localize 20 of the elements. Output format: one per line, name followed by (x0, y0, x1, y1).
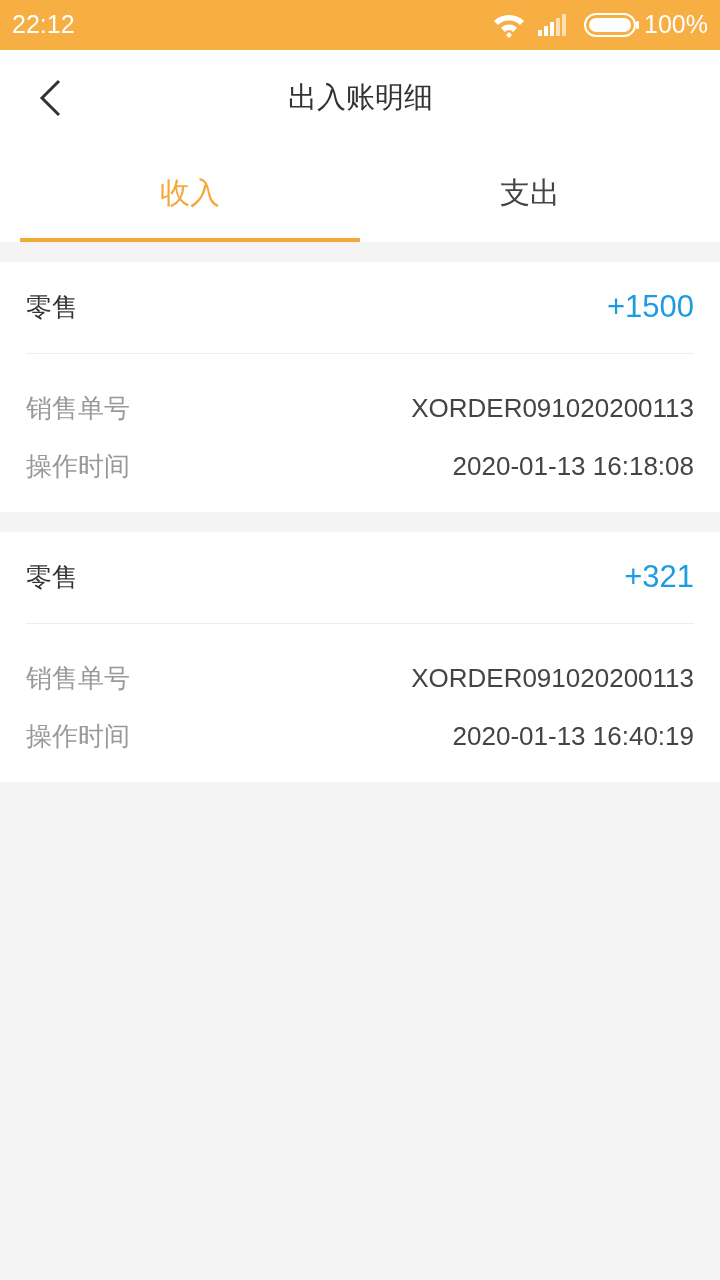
record-amount: +321 (624, 558, 694, 597)
record-amount: +1500 (606, 288, 694, 327)
field-label: 销售单号 (26, 391, 130, 425)
tab[interactable]: 支出 (360, 146, 700, 242)
battery-level: 100% (644, 9, 708, 41)
field-value: 2020-01-13 16:18:08 (452, 449, 694, 483)
record-type: 零售 (26, 291, 78, 324)
status-time: 22:12 (12, 9, 75, 41)
battery-icon (584, 13, 641, 37)
field-value: XORDER091020200113 (411, 391, 694, 425)
signal-icon (538, 14, 569, 36)
field-value: 2020-01-13 16:40:19 (452, 719, 694, 753)
back-icon (39, 79, 61, 117)
record-type: 零售 (26, 561, 78, 594)
field-value: XORDER091020200113 (411, 661, 694, 695)
wifi-icon (492, 12, 527, 38)
field-label: 销售单号 (26, 661, 130, 695)
field-label: 操作时间 (26, 449, 130, 483)
page-title: 出入账明细 (287, 80, 433, 116)
field-label: 操作时间 (26, 719, 130, 753)
